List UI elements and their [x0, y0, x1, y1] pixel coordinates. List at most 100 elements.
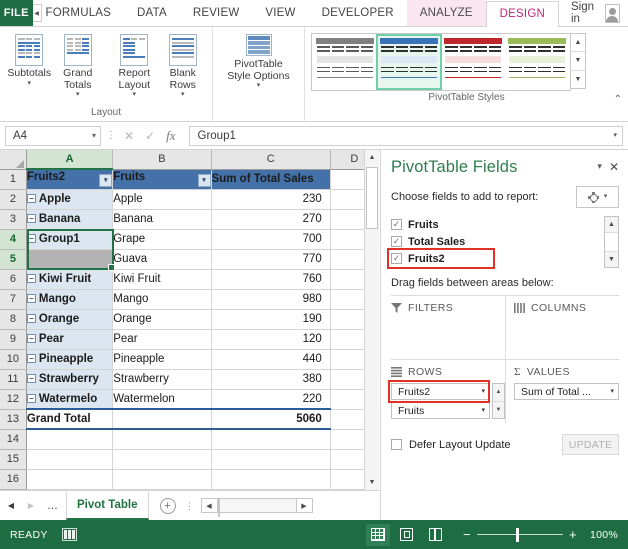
row-header-13[interactable]: 13 [0, 409, 27, 430]
cell-a10[interactable]: − Pineapple [26, 349, 114, 370]
pivottable-style-options-button[interactable]: PivotTable Style Options ▾ [225, 32, 293, 90]
cell-b8[interactable]: Orange [112, 309, 212, 330]
cell-a11[interactable]: − Strawberry [26, 369, 114, 390]
values-pill-caret-icon[interactable]: ▾ [610, 388, 614, 396]
tab-design[interactable]: DESIGN [485, 1, 559, 27]
page-layout-view-button[interactable] [395, 524, 419, 546]
column-header-b[interactable]: B [112, 150, 212, 170]
collapse-icon[interactable]: − [26, 374, 36, 384]
cell-c9[interactable]: 120 [211, 329, 331, 350]
gallery-scroll-down-icon[interactable]: ▼ [571, 52, 585, 71]
collapse-icon[interactable]: − [26, 274, 36, 284]
cell-b7[interactable]: Mango [112, 289, 212, 310]
column-header-a[interactable]: A [26, 150, 114, 170]
grand-totals-button[interactable]: Grand Totals ▾ [55, 32, 102, 99]
record-macro-icon[interactable] [61, 528, 77, 541]
cell-b14[interactable] [112, 429, 212, 450]
row-header-6[interactable]: 6 [0, 269, 27, 290]
defer-layout-update-checkbox[interactable] [391, 439, 402, 450]
cell-c15[interactable] [211, 449, 331, 470]
horizontal-scrollbar[interactable]: ◀ ▶ [200, 498, 313, 517]
enter-icon[interactable]: ✓ [145, 129, 155, 143]
cell-a15[interactable] [26, 449, 114, 470]
cell-c12[interactable]: 220 [211, 389, 331, 410]
area-values[interactable]: Σ VALUES Sum of Total ... ▾ [505, 360, 619, 423]
next-sheet-icon[interactable]: ▶ [22, 501, 40, 510]
cell-a5[interactable] [26, 249, 114, 270]
cell-b5[interactable]: Guava [112, 249, 212, 270]
rows-pill-fruits2[interactable]: Fruits2 ▾ [391, 383, 490, 400]
collapse-icon[interactable]: − [26, 194, 36, 204]
tab-split-handle-icon[interactable]: ⋮ [185, 501, 195, 510]
row-header-14[interactable]: 14 [0, 429, 27, 450]
cell-a13[interactable]: Grand Total [26, 408, 114, 430]
report-layout-button[interactable]: Report Layout ▾ [111, 32, 158, 99]
pivottable-styles-gallery[interactable] [311, 33, 571, 91]
add-sheet-icon[interactable]: + [159, 497, 176, 514]
row-header-8[interactable]: 8 [0, 309, 27, 330]
cell-b16[interactable] [112, 469, 212, 490]
row-header-9[interactable]: 9 [0, 329, 27, 350]
field-checkbox-fruits[interactable]: ✓ [391, 219, 402, 230]
cell-a4[interactable]: − Group1 [26, 229, 114, 250]
collapse-icon[interactable]: − [26, 334, 36, 344]
cell-b12[interactable]: Watermelon [112, 389, 212, 410]
cell-b2[interactable]: Apple [112, 189, 212, 210]
select-all-corner[interactable] [0, 150, 27, 170]
style-thumb-green[interactable] [506, 36, 568, 88]
values-pill-sum-of-total[interactable]: Sum of Total ... ▾ [514, 383, 619, 400]
update-button[interactable]: UPDATE [562, 434, 619, 455]
cell-c5[interactable]: 770 [211, 249, 331, 270]
cell-a2[interactable]: − Apple [26, 189, 114, 210]
row-header-5[interactable]: 5 [0, 249, 27, 270]
pane-close-icon[interactable]: ✕ [609, 161, 619, 173]
hscroll-right-icon[interactable]: ▶ [295, 498, 313, 513]
rows-scroll-up-icon[interactable]: ▲ [493, 384, 504, 402]
field-item-fruits[interactable]: ✓ Fruits [391, 216, 604, 233]
tab-view[interactable]: VIEW [252, 0, 308, 26]
row-header-10[interactable]: 10 [0, 349, 27, 370]
zoom-control[interactable]: − + [460, 527, 580, 542]
hscroll-left-icon[interactable]: ◀ [200, 498, 218, 513]
row-header-7[interactable]: 7 [0, 289, 27, 310]
cell-c7[interactable]: 980 [211, 289, 331, 310]
name-box[interactable]: A4 ▾ [5, 125, 101, 146]
cell-b11[interactable]: Strawberry [112, 369, 212, 390]
tab-analyze[interactable]: ANALYZE [406, 0, 486, 26]
grid-scroll-up-icon[interactable]: ▲ [365, 150, 379, 165]
grid-scroll-thumb[interactable] [366, 167, 378, 229]
cell-b3[interactable]: Banana [112, 209, 212, 230]
page-break-view-button[interactable] [424, 524, 448, 546]
cell-c8[interactable]: 190 [211, 309, 331, 330]
gallery-scroll-up-icon[interactable]: ▲ [571, 34, 585, 53]
cell-b15[interactable] [112, 449, 212, 470]
avatar[interactable] [604, 3, 620, 23]
blank-rows-caret-icon[interactable]: ▾ [181, 91, 185, 99]
cell-a16[interactable] [26, 469, 114, 490]
collapse-icon[interactable]: − [26, 234, 36, 244]
area-rows[interactable]: ROWS Fruits2 ▾ Fruits ▾ ▲ ▼ [388, 360, 505, 423]
cell-c2[interactable]: 230 [211, 189, 331, 210]
row-header-15[interactable]: 15 [0, 449, 27, 470]
cell-a8[interactable]: − Orange [26, 309, 114, 330]
row-header-3[interactable]: 3 [0, 209, 27, 230]
formula-input[interactable]: Group1 ▾ [188, 125, 623, 146]
cell-b6[interactable]: Kiwi Fruit [112, 269, 212, 290]
more-sheets-icon[interactable]: … [42, 500, 64, 512]
field-item-total-sales[interactable]: ✓ Total Sales [391, 233, 604, 250]
row-header-11[interactable]: 11 [0, 369, 27, 390]
collapse-icon[interactable]: − [26, 394, 36, 404]
rows-pill-fruits[interactable]: Fruits ▾ [391, 402, 490, 419]
rows-area-scrollbar[interactable]: ▲ ▼ [492, 383, 505, 419]
cell-b13[interactable] [112, 408, 212, 430]
collapse-icon[interactable]: − [26, 354, 36, 364]
zoom-in-icon[interactable]: + [566, 528, 580, 541]
grand-totals-caret-icon[interactable]: ▾ [76, 91, 80, 99]
rows-pill-fruits-caret-icon[interactable]: ▾ [481, 407, 485, 415]
cell-c1[interactable]: Sum of Total Sales [211, 169, 331, 190]
zoom-slider-thumb[interactable] [516, 527, 520, 542]
cell-c11[interactable]: 380 [211, 369, 331, 390]
cell-b9[interactable]: Pear [112, 329, 212, 350]
cell-c14[interactable] [211, 429, 331, 450]
pivottable-style-options-caret-icon[interactable]: ▾ [257, 82, 261, 90]
